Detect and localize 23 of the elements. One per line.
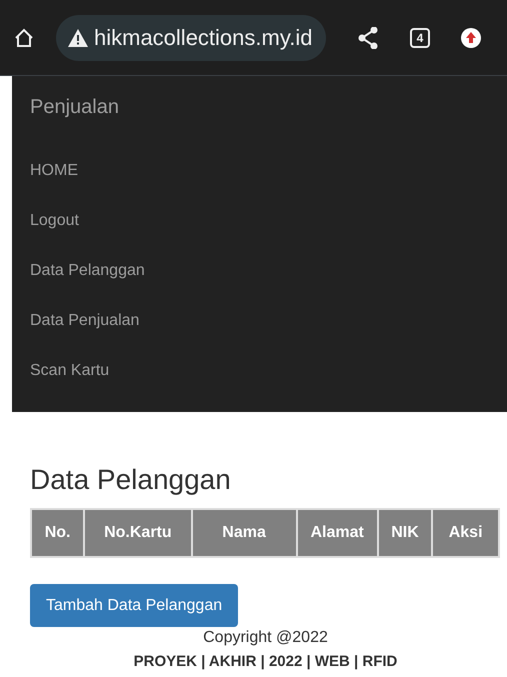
tab-count[interactable]: 4 <box>410 28 430 48</box>
column-header: Alamat <box>296 509 378 557</box>
address-bar[interactable]: hikmacollections.my.id <box>56 14 326 60</box>
nav-link[interactable]: Logout <box>30 211 79 231</box>
warning-icon <box>68 28 88 46</box>
credits-text: PROYEK | AKHIR | 2022 | WEB | RFID <box>134 653 398 670</box>
home-icon[interactable] <box>14 28 34 48</box>
nav-link[interactable]: Scan Kartu <box>30 361 110 381</box>
nav-link[interactable]: Data Penjualan <box>30 311 140 331</box>
add-customer-button[interactable]: Tambah Data Pelanggan <box>30 584 238 627</box>
nav-link[interactable]: Data Pelanggan <box>30 261 145 281</box>
column-header: No. <box>31 509 84 557</box>
url-text: hikmacollections.my.id <box>94 24 312 50</box>
page-title: Data Pelanggan <box>30 464 231 496</box>
share-icon[interactable] <box>358 26 378 48</box>
column-header: Nama <box>192 509 297 557</box>
copyright-text: Copyright @2022 <box>203 629 328 647</box>
column-header: NIK <box>378 509 432 557</box>
navbar-brand[interactable]: Penjualan <box>30 96 119 119</box>
column-header: No.Kartu <box>84 509 192 557</box>
nav-link[interactable]: HOME <box>30 161 78 181</box>
column-header: Aksi <box>432 509 499 557</box>
upload-icon[interactable] <box>460 26 482 48</box>
